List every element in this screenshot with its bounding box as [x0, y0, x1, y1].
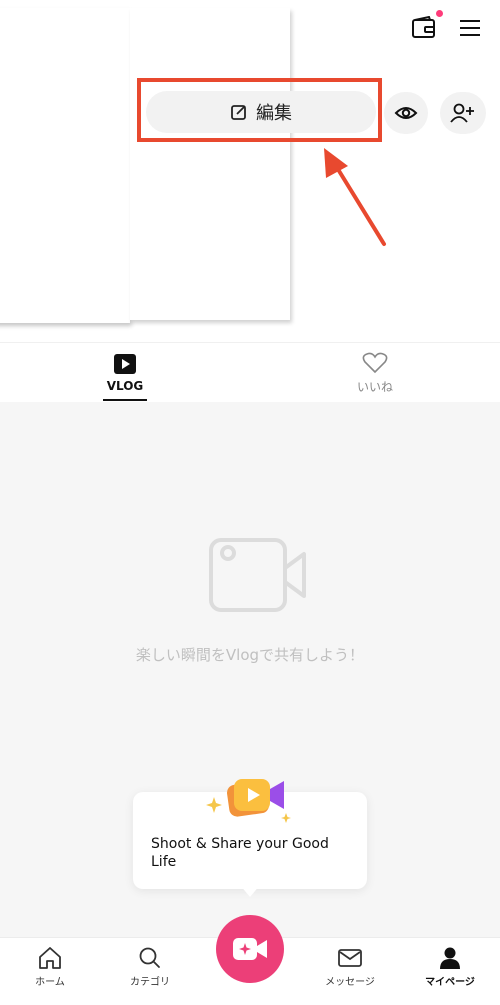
- nav-category-label: カテゴリ: [130, 977, 170, 988]
- nav-home[interactable]: ホーム: [0, 938, 100, 1005]
- nav-message[interactable]: メッセージ: [300, 938, 400, 1005]
- nav-message-label: メッセージ: [325, 977, 375, 988]
- tab-likes-label: いいね: [356, 379, 393, 394]
- nav-mypage-label: マイページ: [425, 977, 475, 988]
- tab-vlog[interactable]: VLOG: [90, 343, 160, 403]
- record-vlog-button[interactable]: [216, 915, 284, 983]
- tab-vlog-label: VLOG: [106, 379, 144, 393]
- search-icon: [139, 947, 160, 968]
- nav-mypage[interactable]: マイページ: [400, 938, 500, 1005]
- visibility-button[interactable]: [384, 92, 428, 134]
- annotation-arrow: [324, 148, 386, 246]
- wallet-button[interactable]: [410, 14, 438, 42]
- add-friend-button[interactable]: [440, 92, 486, 134]
- menu-icon: [460, 20, 480, 36]
- video-camera-sparkle-icon: [206, 779, 291, 823]
- avatar-image-card: [130, 8, 290, 320]
- home-icon: [39, 947, 61, 969]
- video-sparkle-icon: [233, 938, 267, 960]
- nav-category[interactable]: カテゴリ: [100, 938, 200, 1005]
- content-tabs: VLOG いいね: [0, 342, 500, 403]
- annotation-highlight-box: [137, 78, 382, 142]
- video-camera-icon: [209, 538, 306, 612]
- active-tab-indicator: [103, 399, 147, 401]
- notification-dot: [436, 10, 443, 17]
- play-icon: [114, 354, 136, 374]
- empty-state-message: 楽しい瞬間をVlogで共有しよう！: [135, 646, 365, 664]
- nav-home-label: ホーム: [35, 977, 65, 988]
- menu-button[interactable]: [456, 14, 484, 42]
- profile-header: 編集: [0, 0, 500, 342]
- wallet-icon: [412, 16, 435, 38]
- heart-icon: [362, 352, 388, 373]
- tooltip-tail: [240, 885, 260, 897]
- tab-likes[interactable]: いいね: [335, 343, 415, 403]
- person-icon: [440, 947, 460, 969]
- cover-image-card: [0, 8, 130, 323]
- eye-icon: [394, 107, 418, 119]
- add-user-icon: [450, 103, 474, 123]
- tooltip-text: Shoot & Share your Good Life: [151, 836, 329, 870]
- mail-icon: [338, 949, 362, 967]
